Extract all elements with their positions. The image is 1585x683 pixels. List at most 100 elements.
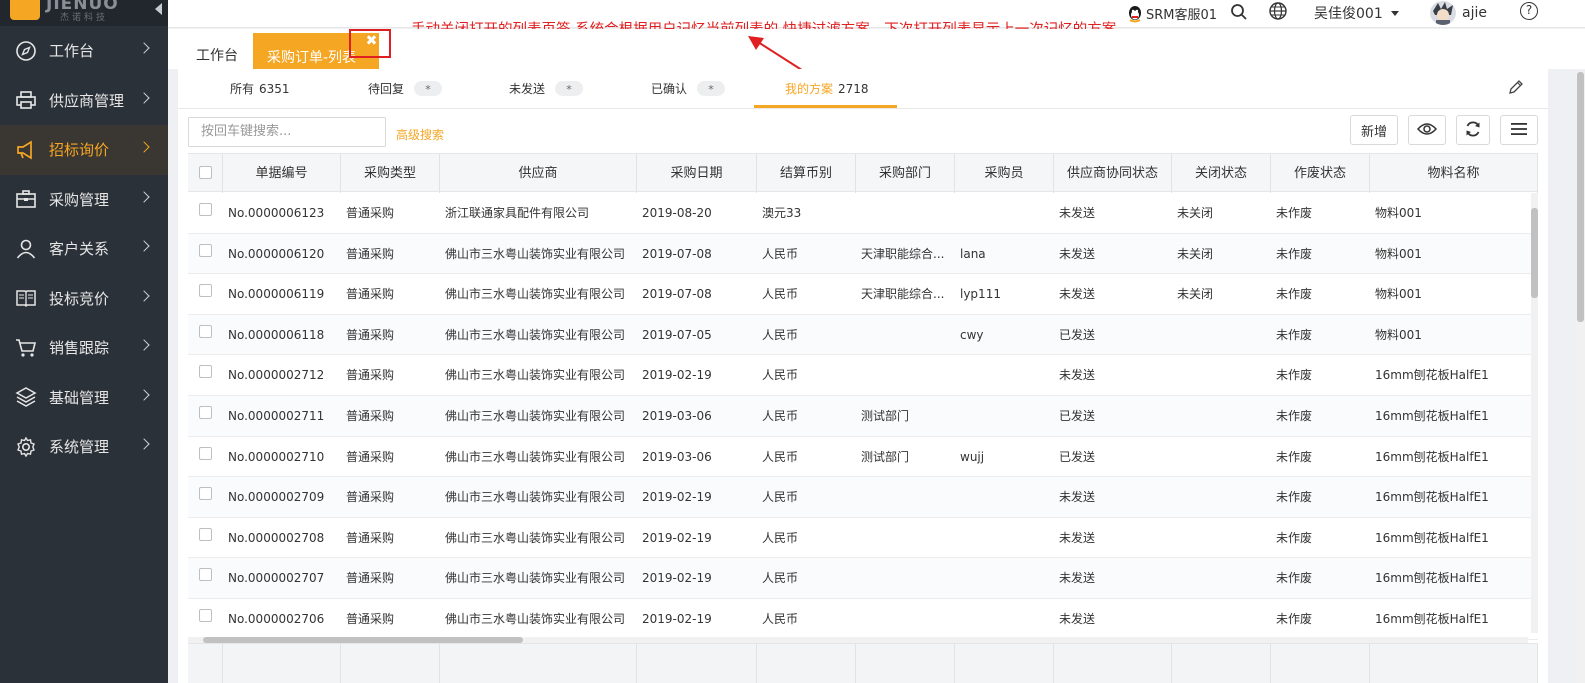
sidebar-item-8[interactable]: 基础管理 <box>0 373 168 423</box>
column-header[interactable]: 采购类型 <box>341 154 440 193</box>
table-row[interactable]: No.0000006119 普通采购 佛山市三水粤山装饰实业有限公司 2019-07-… <box>188 274 1538 315</box>
table-cell: 佛山市三水粤山装饰实业有限公司 <box>445 571 626 586</box>
table-cell: 普通采购 <box>346 449 395 464</box>
row-checkbox[interactable] <box>199 527 212 541</box>
sidebar-item-6[interactable]: 投标竞价 <box>0 274 168 324</box>
row-checkbox[interactable] <box>199 609 212 622</box>
row-checkbox[interactable] <box>199 487 212 501</box>
table-cell: 澳元33 <box>762 206 802 220</box>
table-row[interactable]: No.0000002707 普通采购 佛山市三水粤山装饰实业有限公司 2019-02-… <box>188 558 1538 599</box>
sidebar-item-9[interactable]: 系统管理 <box>0 422 168 472</box>
tab-bar: 工作台 采购订单-列表 ✖ <box>168 29 1585 69</box>
table-cell: 未作废 <box>1276 287 1313 302</box>
refresh-icon <box>1464 120 1482 141</box>
table-cell: 人民币 <box>762 530 799 545</box>
filter-tab-5[interactable]: 我的方案 2718 <box>785 80 869 97</box>
table-row[interactable]: No.0000002708 普通采购 佛山市三水粤山装饰实业有限公司 2019-02-… <box>188 517 1538 559</box>
collapse-sidebar-icon[interactable] <box>155 3 162 15</box>
table-row[interactable]: No.0000006118 普通采购 佛山市三水粤山装饰实业有限公司 2019-07-… <box>188 314 1538 356</box>
row-checkbox[interactable] <box>199 203 212 216</box>
row-checkbox[interactable] <box>199 243 212 257</box>
table-cell: 佛山市三水粤山装饰实业有限公司 <box>445 449 626 464</box>
row-checkbox[interactable] <box>199 568 212 582</box>
row-checkbox[interactable] <box>199 365 212 379</box>
sidebar-item-2[interactable]: 供应商管理 <box>0 76 168 126</box>
tab-home[interactable]: 工作台 <box>196 45 238 65</box>
chevron-right-icon <box>138 289 150 302</box>
cart-icon <box>14 336 38 360</box>
column-header[interactable]: 作废状态 <box>1271 154 1370 193</box>
user-dropdown[interactable]: 吴佳俊001 <box>1314 3 1399 23</box>
filter-tab-4[interactable]: 已确认 * <box>651 80 726 97</box>
sidebar-item-1[interactable]: 工作台 <box>0 26 168 76</box>
table-row[interactable]: No.0000006123 普通采购 浙江联通家具配件有限公司 2019-08-20 澳… <box>188 193 1538 234</box>
page-scrollbar-thumb[interactable] <box>1577 72 1584 322</box>
row-checkbox[interactable] <box>199 446 212 460</box>
row-checkbox[interactable] <box>199 324 212 338</box>
column-header[interactable]: 供应商协同状态 <box>1054 154 1172 193</box>
refresh-button[interactable] <box>1456 115 1490 145</box>
table-cell: 物料001 <box>1375 287 1422 302</box>
table-cell <box>960 396 1052 436</box>
sidebar-item-5[interactable]: 客户关系 <box>0 224 168 274</box>
table-row[interactable]: No.0000002712 普通采购 佛山市三水粤山装饰实业有限公司 2019-02-… <box>188 355 1538 396</box>
view-button[interactable] <box>1408 115 1446 145</box>
sidebar-item-4[interactable]: 采购管理 <box>0 175 168 225</box>
help-icon[interactable]: ? <box>1520 2 1538 20</box>
search-icon[interactable] <box>1230 3 1248 21</box>
table-cell <box>1177 437 1269 477</box>
table-cell: 已发送 <box>1059 409 1096 423</box>
search-input[interactable]: 按回车键搜索... <box>188 117 386 147</box>
logo: JIENUO 杰诺科技 <box>0 0 168 26</box>
table-cell: 未作废 <box>1276 571 1313 586</box>
close-tab-icon[interactable]: ✖ <box>365 34 378 48</box>
summary-cell <box>188 644 223 683</box>
table-row[interactable]: No.0000002709 普通采购 佛山市三水粤山装饰实业有限公司 2019-02-… <box>188 477 1538 518</box>
table-cell <box>960 518 1052 558</box>
column-header[interactable]: 采购员 <box>955 154 1054 193</box>
row-checkbox[interactable] <box>199 284 212 298</box>
sidebar-item-3[interactable]: 招标询价 <box>0 125 168 175</box>
vertical-scrollbar-thumb[interactable] <box>1531 208 1538 298</box>
row-checkbox[interactable] <box>199 406 212 419</box>
column-header[interactable]: 采购部门 <box>856 154 955 193</box>
pencil-icon[interactable] <box>1508 79 1524 98</box>
customer-service-link[interactable]: SRM客服01 <box>1126 4 1217 23</box>
table-cell <box>960 599 1052 639</box>
advanced-search-link[interactable]: 高级搜索 <box>396 126 444 143</box>
table-cell: 16mm刨花板HalfE1 <box>1375 449 1489 464</box>
logo-mark <box>10 0 40 20</box>
column-header[interactable]: 供应商 <box>440 154 637 193</box>
table-cell: 2019-07-05 <box>642 327 712 342</box>
filter-count: 2718 <box>838 81 869 96</box>
columns-menu-button[interactable] <box>1500 115 1538 145</box>
table-row[interactable]: No.0000002706 普通采购 佛山市三水粤山装饰实业有限公司 2019-02-… <box>188 599 1538 640</box>
column-header[interactable]: 单据编号 <box>223 154 341 193</box>
table-cell: 人民币 <box>762 571 799 586</box>
column-header[interactable]: 物料名称 <box>1370 154 1538 193</box>
globe-icon[interactable] <box>1268 1 1288 21</box>
table-cell <box>960 477 1052 517</box>
table-row[interactable]: No.0000002710 普通采购 佛山市三水粤山装饰实业有限公司 2019-03-… <box>188 436 1538 478</box>
chevron-right-icon <box>138 388 150 401</box>
column-header[interactable]: 关闭状态 <box>1172 154 1271 193</box>
filter-tab-3[interactable]: 未发送 * <box>509 80 584 97</box>
filter-tab-2[interactable]: 待回复 * <box>368 80 443 97</box>
table-row[interactable]: No.0000002711 普通采购 佛山市三水粤山装饰实业有限公司 2019-03-… <box>188 396 1538 437</box>
add-button[interactable]: 新增 <box>1350 115 1398 145</box>
table-row[interactable]: No.0000006120 普通采购 佛山市三水粤山装饰实业有限公司 2019-07-… <box>188 233 1538 275</box>
chevron-right-icon <box>138 438 150 450</box>
qq-icon <box>1126 5 1144 23</box>
table-cell <box>1177 477 1269 517</box>
filter-tab-1[interactable]: 所有 6351 <box>230 80 290 97</box>
table-cell <box>861 518 953 558</box>
column-header[interactable]: 采购日期 <box>637 154 757 193</box>
table-cell: No.0000006119 <box>228 287 325 302</box>
logo-subtext: 杰诺科技 <box>60 13 109 23</box>
table-cell: 2019-03-06 <box>642 449 712 464</box>
account-menu[interactable]: ajie <box>1430 1 1487 25</box>
sidebar-item-7[interactable]: 销售跟踪 <box>0 323 168 373</box>
table-cell: 16mm刨花板HalfE1 <box>1375 571 1489 586</box>
account-name: ajie <box>1462 5 1487 21</box>
column-header[interactable]: 结算币别 <box>757 154 856 193</box>
